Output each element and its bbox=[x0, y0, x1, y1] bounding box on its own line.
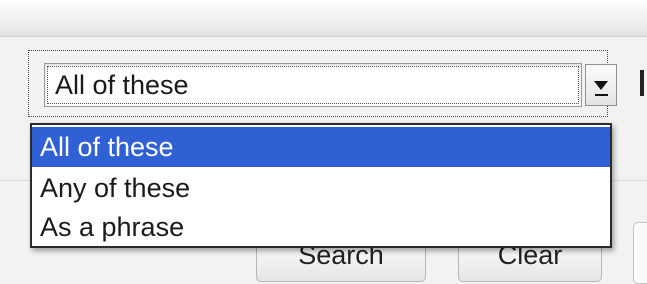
partial-button[interactable] bbox=[633, 222, 647, 284]
search-mode-select-focus-frame: All of these bbox=[28, 50, 617, 117]
search-mode-select[interactable]: All of these bbox=[44, 63, 582, 107]
option-all-of-these[interactable]: All of these bbox=[32, 127, 610, 167]
search-mode-selected-value: All of these bbox=[55, 70, 189, 100]
chevron-down-icon bbox=[594, 81, 608, 90]
toolbar-band bbox=[0, 0, 647, 37]
search-mode-dropdown-list: All of these Any of these As a phrase bbox=[30, 123, 612, 248]
select-arrow-button[interactable] bbox=[585, 64, 617, 106]
option-as-a-phrase[interactable]: As a phrase bbox=[32, 207, 610, 247]
option-any-of-these[interactable]: Any of these bbox=[32, 168, 610, 208]
arrow-underline bbox=[595, 94, 608, 96]
adjacent-control-edge bbox=[640, 70, 644, 96]
